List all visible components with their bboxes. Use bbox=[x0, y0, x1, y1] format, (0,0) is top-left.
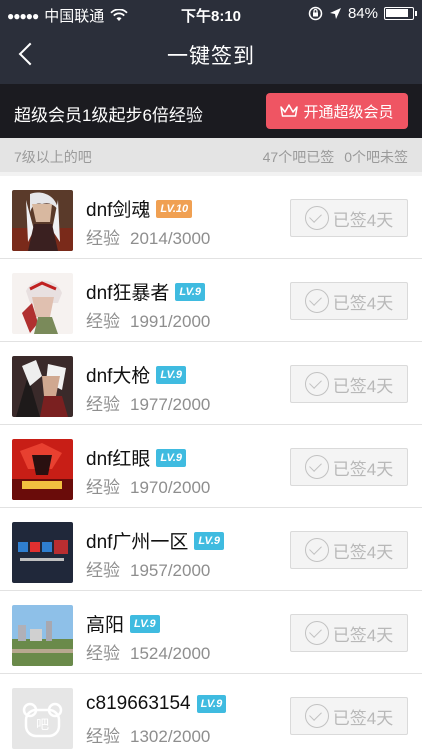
summary-bar: 7级以上的吧 47个吧已签 0个吧未签 bbox=[0, 138, 422, 172]
forum-name: dnf狂暴者 bbox=[86, 283, 170, 304]
forum-name-line: dnf红眼 LV.9 bbox=[86, 444, 187, 471]
rotation-lock-icon bbox=[308, 6, 323, 21]
forum-name-line: dnf广州一区 LV.9 bbox=[86, 527, 225, 554]
list-item[interactable]: dnf广州一区 LV.9 经验 1957/2000 已签4天 bbox=[0, 508, 422, 591]
forum-avatar bbox=[12, 439, 73, 500]
exp-label: 经验 bbox=[86, 395, 120, 414]
forum-name-line: dnf狂暴者 LV.9 bbox=[86, 278, 206, 305]
battery-icon bbox=[384, 7, 417, 20]
level-badge: LV.9 bbox=[130, 614, 160, 633]
unsigned-count: 0个吧未签 bbox=[344, 149, 408, 165]
exp-label: 经验 bbox=[86, 727, 120, 746]
list-item[interactable]: dnf大枪 LV.9 经验 1977/2000 已签4天 bbox=[0, 342, 422, 425]
level-badge: LV.10 bbox=[156, 199, 193, 218]
forum-exp: 经验 1524/2000 bbox=[86, 639, 210, 664]
exp-value: 1970/2000 bbox=[130, 478, 211, 497]
signed-status-button[interactable]: 已签4天 bbox=[290, 697, 408, 735]
signed-status-button[interactable]: 已签4天 bbox=[290, 282, 408, 320]
signed-status-button[interactable]: 已签4天 bbox=[290, 448, 408, 486]
forum-exp: 经验 1957/2000 bbox=[86, 556, 210, 581]
signed-label: 已签4天 bbox=[332, 625, 394, 645]
status-right: 84% bbox=[308, 5, 417, 22]
exp-label: 经验 bbox=[86, 644, 120, 663]
list-item[interactable]: dnf红眼 LV.9 经验 1970/2000 已签4天 bbox=[0, 425, 422, 508]
forum-name: dnf广州一区 bbox=[86, 532, 189, 553]
forum-name-line: c819663154 LV.9 bbox=[86, 693, 227, 715]
check-circle-icon bbox=[304, 289, 329, 313]
signed-status-button[interactable]: 已签4天 bbox=[290, 365, 408, 403]
level-badge: LV.9 bbox=[156, 448, 187, 467]
forum-avatar-placeholder: 吧 bbox=[12, 688, 73, 749]
summary-left-label: 7级以上的吧 bbox=[14, 149, 92, 165]
exp-value: 2014/3000 bbox=[130, 229, 211, 248]
forum-avatar bbox=[12, 190, 73, 251]
level-badge: LV.9 bbox=[194, 531, 225, 550]
exp-value: 1302/2000 bbox=[130, 727, 211, 746]
level-badge: LV.9 bbox=[175, 282, 206, 301]
forum-list: dnf剑魂 LV.10 经验 2014/3000 已签4天 dnf狂暴者 LV.9… bbox=[0, 176, 422, 750]
exp-label: 经验 bbox=[86, 312, 120, 331]
forum-name-line: dnf剑魂 LV.10 bbox=[86, 195, 193, 222]
forum-exp: 经验 2014/3000 bbox=[86, 224, 210, 249]
check-circle-icon bbox=[304, 538, 329, 562]
forum-exp: 经验 1302/2000 bbox=[86, 722, 210, 747]
exp-value: 1977/2000 bbox=[130, 395, 211, 414]
signed-status-button[interactable]: 已签4天 bbox=[290, 531, 408, 569]
forum-avatar bbox=[12, 273, 73, 334]
list-item[interactable]: dnf剑魂 LV.10 经验 2014/3000 已签4天 bbox=[0, 176, 422, 259]
exp-value: 1957/2000 bbox=[130, 561, 211, 580]
signed-label: 已签4天 bbox=[332, 210, 394, 230]
list-item[interactable]: dnf狂暴者 LV.9 经验 1991/2000 已签4天 bbox=[0, 259, 422, 342]
signed-label: 已签4天 bbox=[332, 376, 394, 396]
level-badge: LV.9 bbox=[156, 365, 187, 384]
signed-status-button[interactable]: 已签4天 bbox=[290, 199, 408, 237]
forum-name: c819663154 bbox=[86, 693, 191, 714]
forum-name: dnf剑魂 bbox=[86, 200, 151, 221]
check-circle-icon bbox=[304, 206, 329, 230]
list-item[interactable]: 高阳 LV.9 经验 1524/2000 已签4天 bbox=[0, 591, 422, 674]
forum-avatar bbox=[12, 605, 73, 666]
exp-value: 1524/2000 bbox=[130, 644, 211, 663]
open-super-vip-button[interactable]: 开通超级会员 bbox=[266, 93, 408, 129]
signed-label: 已签4天 bbox=[332, 459, 394, 479]
signed-label: 已签4天 bbox=[332, 293, 394, 313]
location-icon bbox=[329, 8, 341, 19]
status-bar: ●●●●● 中国联通 下午8:10 84% bbox=[0, 0, 422, 26]
forum-exp: 经验 1970/2000 bbox=[86, 473, 210, 498]
check-circle-icon bbox=[304, 372, 329, 396]
forum-name: dnf大枪 bbox=[86, 366, 151, 387]
forum-exp: 经验 1977/2000 bbox=[86, 390, 210, 415]
check-circle-icon bbox=[304, 704, 329, 728]
vip-promo-bar: 超级会员1级起步6倍经验 开通超级会员 bbox=[0, 84, 422, 138]
vip-promo-text: 超级会员1级起步6倍经验 bbox=[14, 106, 203, 125]
crown-icon bbox=[280, 104, 299, 117]
exp-label: 经验 bbox=[86, 229, 120, 248]
signed-label: 已签4天 bbox=[332, 542, 394, 562]
level-badge: LV.9 bbox=[196, 695, 227, 713]
forum-avatar bbox=[12, 356, 73, 417]
check-circle-icon bbox=[304, 621, 329, 645]
forum-name-line: dnf大枪 LV.9 bbox=[86, 361, 187, 388]
signed-count: 47个吧已签 bbox=[262, 149, 335, 165]
summary-counts: 47个吧已签 0个吧未签 bbox=[263, 147, 408, 167]
exp-value: 1991/2000 bbox=[130, 312, 211, 331]
forum-name-line: 高阳 LV.9 bbox=[86, 610, 160, 637]
open-super-vip-label: 开通超级会员 bbox=[303, 103, 394, 121]
forum-avatar bbox=[12, 522, 73, 583]
exp-label: 经验 bbox=[86, 561, 120, 580]
forum-name: 高阳 bbox=[86, 615, 125, 636]
avatar-placeholder-text: 吧 bbox=[36, 718, 49, 733]
signed-label: 已签4天 bbox=[332, 708, 394, 728]
header: ●●●●● 中国联通 下午8:10 84% 一键签到 bbox=[0, 0, 422, 84]
list-item[interactable]: 吧 c819663154 LV.9 经验 1302/2000 已签4天 bbox=[0, 674, 422, 750]
battery-percent: 84% bbox=[347, 5, 378, 22]
forum-exp: 经验 1991/2000 bbox=[86, 307, 210, 332]
signed-status-button[interactable]: 已签4天 bbox=[290, 614, 408, 652]
page-title: 一键签到 bbox=[167, 45, 255, 68]
forum-name: dnf红眼 bbox=[86, 449, 151, 470]
exp-label: 经验 bbox=[86, 478, 120, 497]
check-circle-icon bbox=[304, 455, 329, 479]
